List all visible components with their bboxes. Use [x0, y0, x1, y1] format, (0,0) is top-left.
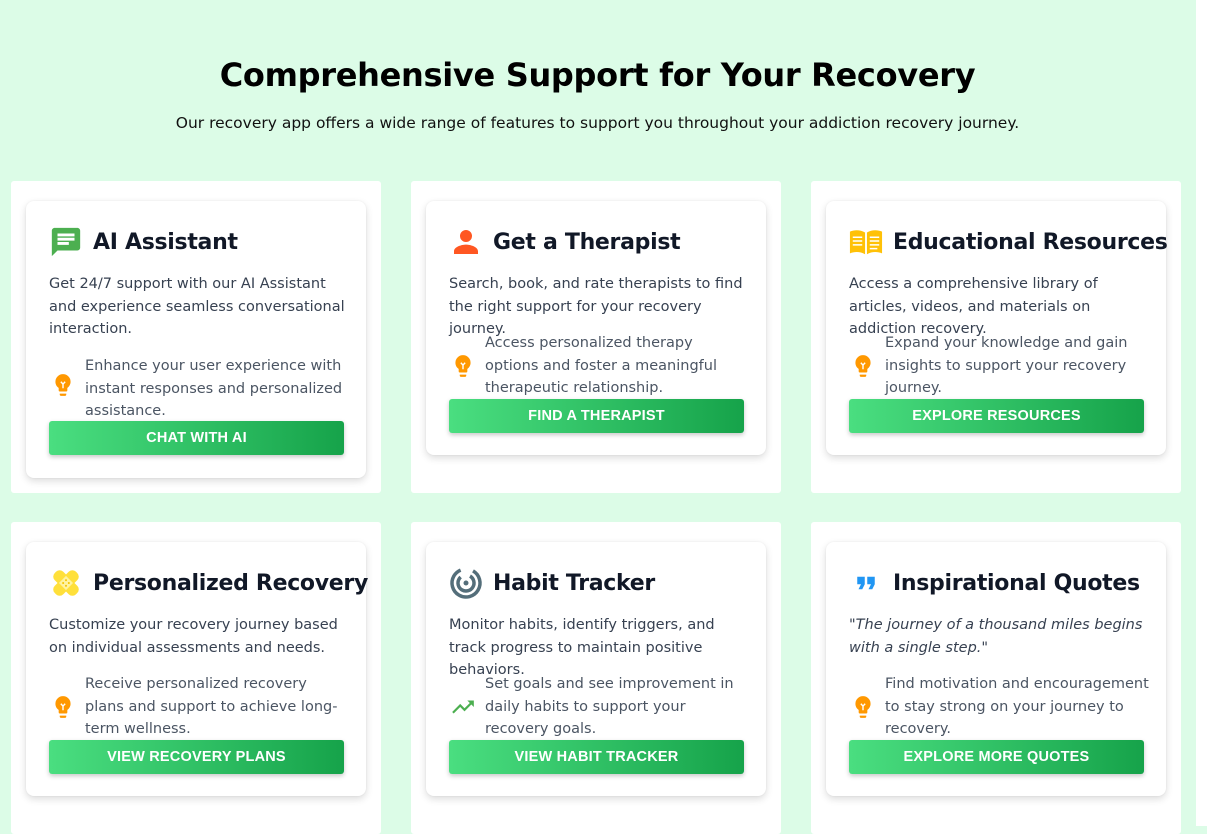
- lightbulb-icon: [49, 371, 77, 399]
- card-description: Get 24/7 support with our AI Assistant a…: [49, 276, 345, 338]
- bandage-icon: [49, 567, 83, 599]
- find-a-therapist-button[interactable]: FIND A THERAPIST: [449, 399, 744, 433]
- card-panel: Personalized Recovery Customize your rec…: [26, 542, 368, 796]
- open-book-icon: [849, 226, 883, 258]
- lightbulb-icon: [449, 352, 477, 380]
- feature-text: Find motivation and encouragement to sta…: [885, 676, 1149, 738]
- view-habit-tracker-button[interactable]: VIEW HABIT TRACKER: [449, 740, 744, 774]
- card-panel: Inspirational Quotes "The journey of a t…: [826, 542, 1166, 796]
- card-panel: Get a Therapist Search, book, and rate t…: [426, 201, 766, 455]
- chat-message-icon: [49, 226, 83, 258]
- feature-card-habit-tracker: Habit Tracker Monitor habits, identify t…: [411, 522, 781, 834]
- card-title: Habit Tracker: [493, 570, 655, 596]
- feature-text: Receive personalized recovery plans and …: [85, 676, 338, 738]
- feature-text: Set goals and see improvement in daily h…: [485, 676, 734, 738]
- page-edge: [1196, 0, 1207, 826]
- card-title: AI Assistant: [93, 229, 238, 255]
- card-panel: Habit Tracker Monitor habits, identify t…: [426, 542, 766, 796]
- feature-card-personalized-recovery: Personalized Recovery Customize your rec…: [11, 522, 381, 834]
- card-title: Educational Resources: [893, 229, 1168, 255]
- page-subtitle: Our recovery app offers a wide range of …: [175, 114, 1020, 132]
- card-title: Inspirational Quotes: [893, 570, 1140, 596]
- feature-card-educational-resources: Educational Resources Access a comprehen…: [811, 181, 1181, 493]
- feature-text: Enhance your user experience with instan…: [85, 358, 343, 420]
- card-title: Get a Therapist: [493, 229, 681, 255]
- card-panel: Educational Resources Access a comprehen…: [826, 201, 1168, 455]
- card-description: Monitor habits, identify triggers, and t…: [449, 617, 715, 679]
- quote-text: "The journey of a thousand miles begins …: [849, 617, 1143, 656]
- card-description: Search, book, and rate therapists to fin…: [449, 276, 743, 338]
- feature-text: Access personalized therapy options and …: [485, 335, 717, 397]
- target-icon: [449, 567, 483, 599]
- feature-card-ai-assistant: AI Assistant Get 24/7 support with our A…: [11, 181, 381, 493]
- trending-up-icon: [449, 693, 477, 721]
- explore-more-quotes-button[interactable]: EXPLORE MORE QUOTES: [849, 740, 1144, 774]
- lightbulb-icon: [49, 693, 77, 721]
- view-recovery-plans-button[interactable]: VIEW RECOVERY PLANS: [49, 740, 344, 774]
- card-description: Customize your recovery journey based on…: [49, 617, 338, 656]
- feature-text: Expand your knowledge and gain insights …: [885, 335, 1128, 397]
- lightbulb-icon: [849, 693, 877, 721]
- person-icon: [449, 226, 483, 258]
- card-title: Personalized Recovery: [93, 570, 368, 596]
- format-quote-icon: [849, 567, 883, 599]
- lightbulb-icon: [849, 352, 877, 380]
- card-panel: AI Assistant Get 24/7 support with our A…: [26, 201, 366, 478]
- card-description: Access a comprehensive library of articl…: [849, 276, 1098, 338]
- chat-with-ai-button[interactable]: CHAT WITH AI: [49, 421, 344, 455]
- feature-card-inspirational-quotes: Inspirational Quotes "The journey of a t…: [811, 522, 1181, 834]
- feature-card-therapist: Get a Therapist Search, book, and rate t…: [411, 181, 781, 493]
- explore-resources-button[interactable]: EXPLORE RESOURCES: [849, 399, 1144, 433]
- page-title: Comprehensive Support for Your Recovery: [219, 56, 976, 94]
